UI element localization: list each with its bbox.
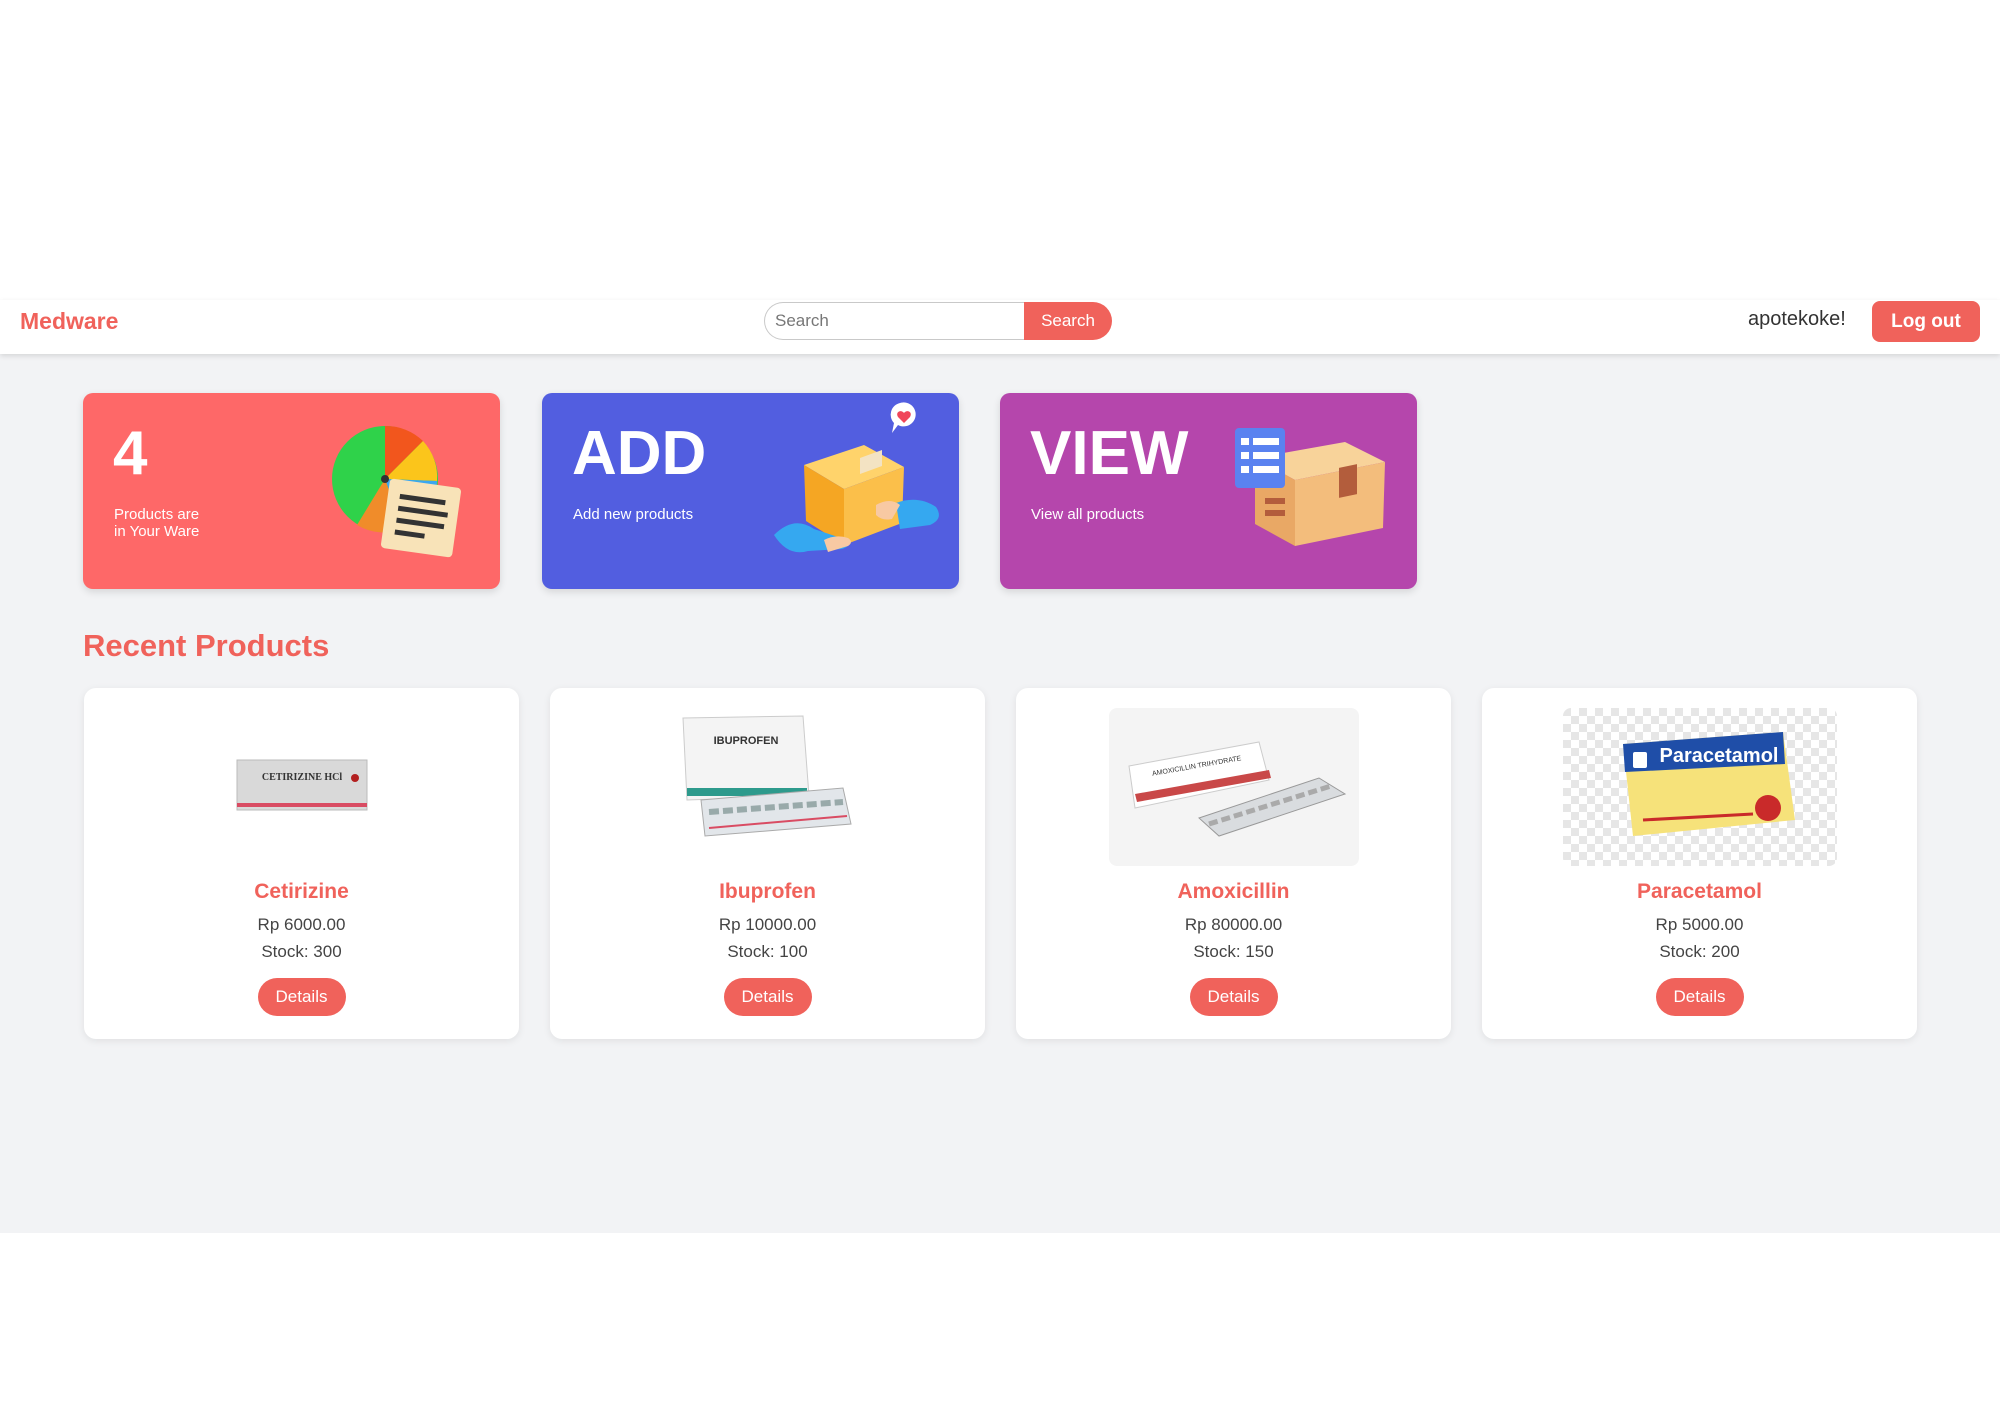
section-title: Recent Products [83,628,330,663]
product-stock: Stock: 150 [1193,942,1274,961]
product-name: Ibuprofen [719,880,816,903]
product-price: Rp 6000.00 [257,915,346,934]
product-card: AMOXICILLIN TRIHYDRATE Amoxicillin Rp 80… [1016,688,1451,1039]
product-price: Rp 10000.00 [718,915,817,934]
product-name: Paracetamol [1637,880,1762,903]
product-count-card: 4 Products are in Your Ware [83,393,500,589]
box-checklist-icon [1235,428,1385,546]
logout-button[interactable]: Log out [1872,301,1980,342]
product-name: Cetirizine [254,880,349,903]
product-image: CETIRIZINE HCl [176,708,427,866]
details-button[interactable]: Details [257,978,346,1016]
product-image-label: Paracetamol [1659,745,1778,767]
search-button[interactable]: Search [1024,302,1112,340]
product-image: Paracetamol [1562,708,1837,866]
product-image-label: IBUPROFEN [713,735,778,747]
page-body: Medware Search apotekoke! Log out 4 Prod… [0,300,2000,1233]
brand-logo[interactable]: Medware [20,308,118,335]
product-price: Rp 5000.00 [1655,915,1744,934]
product-name: Amoxicillin [1177,880,1290,903]
product-stock: Stock: 200 [1659,942,1740,961]
product-card: CETIRIZINE HCl Cetirizine Rp 6000.00 Sto… [84,688,519,1039]
product-image-label: CETIRIZINE HCl [261,772,342,783]
username: apotekoke! [1748,308,1846,330]
navbar: Medware Search apotekoke! Log out [0,300,2000,354]
product-image: AMOXICILLIN TRIHYDRATE [1108,708,1359,866]
add-card-label: Add new products [573,506,694,523]
add-products-card[interactable]: ADD Add new products [542,393,959,589]
pie-chart-document-icon [332,425,462,558]
details-button[interactable]: Details [1655,978,1744,1016]
product-price: Rp 80000.00 [1184,915,1283,934]
add-card-title: ADD [572,419,707,488]
search-form: Search [764,302,1112,340]
product-stock: Stock: 300 [261,942,342,961]
search-input[interactable] [764,302,1024,340]
product-image: IBUPROFEN [642,708,893,866]
product-count-value: 4 [113,419,148,488]
box-delivery-icon [774,402,939,553]
view-card-label: View all products [1031,506,1145,523]
product-stock: Stock: 100 [727,942,808,961]
details-button[interactable]: Details [723,978,812,1016]
view-card-title: VIEW [1030,419,1189,488]
product-card: IBUPROFEN Ibuprofen Rp 10000.00 Stock: 1… [550,688,985,1039]
product-count-label-line1: Products are [114,506,200,523]
product-count-label: Products are in Your Ware [114,506,234,540]
product-card: Paracetamol Paracetamol Rp 5000.00 Stock… [1482,688,1917,1039]
details-button[interactable]: Details [1189,978,1278,1016]
product-count-label-line2: in Your Ware [114,523,200,540]
view-products-card[interactable]: VIEW View all products [1000,393,1417,589]
